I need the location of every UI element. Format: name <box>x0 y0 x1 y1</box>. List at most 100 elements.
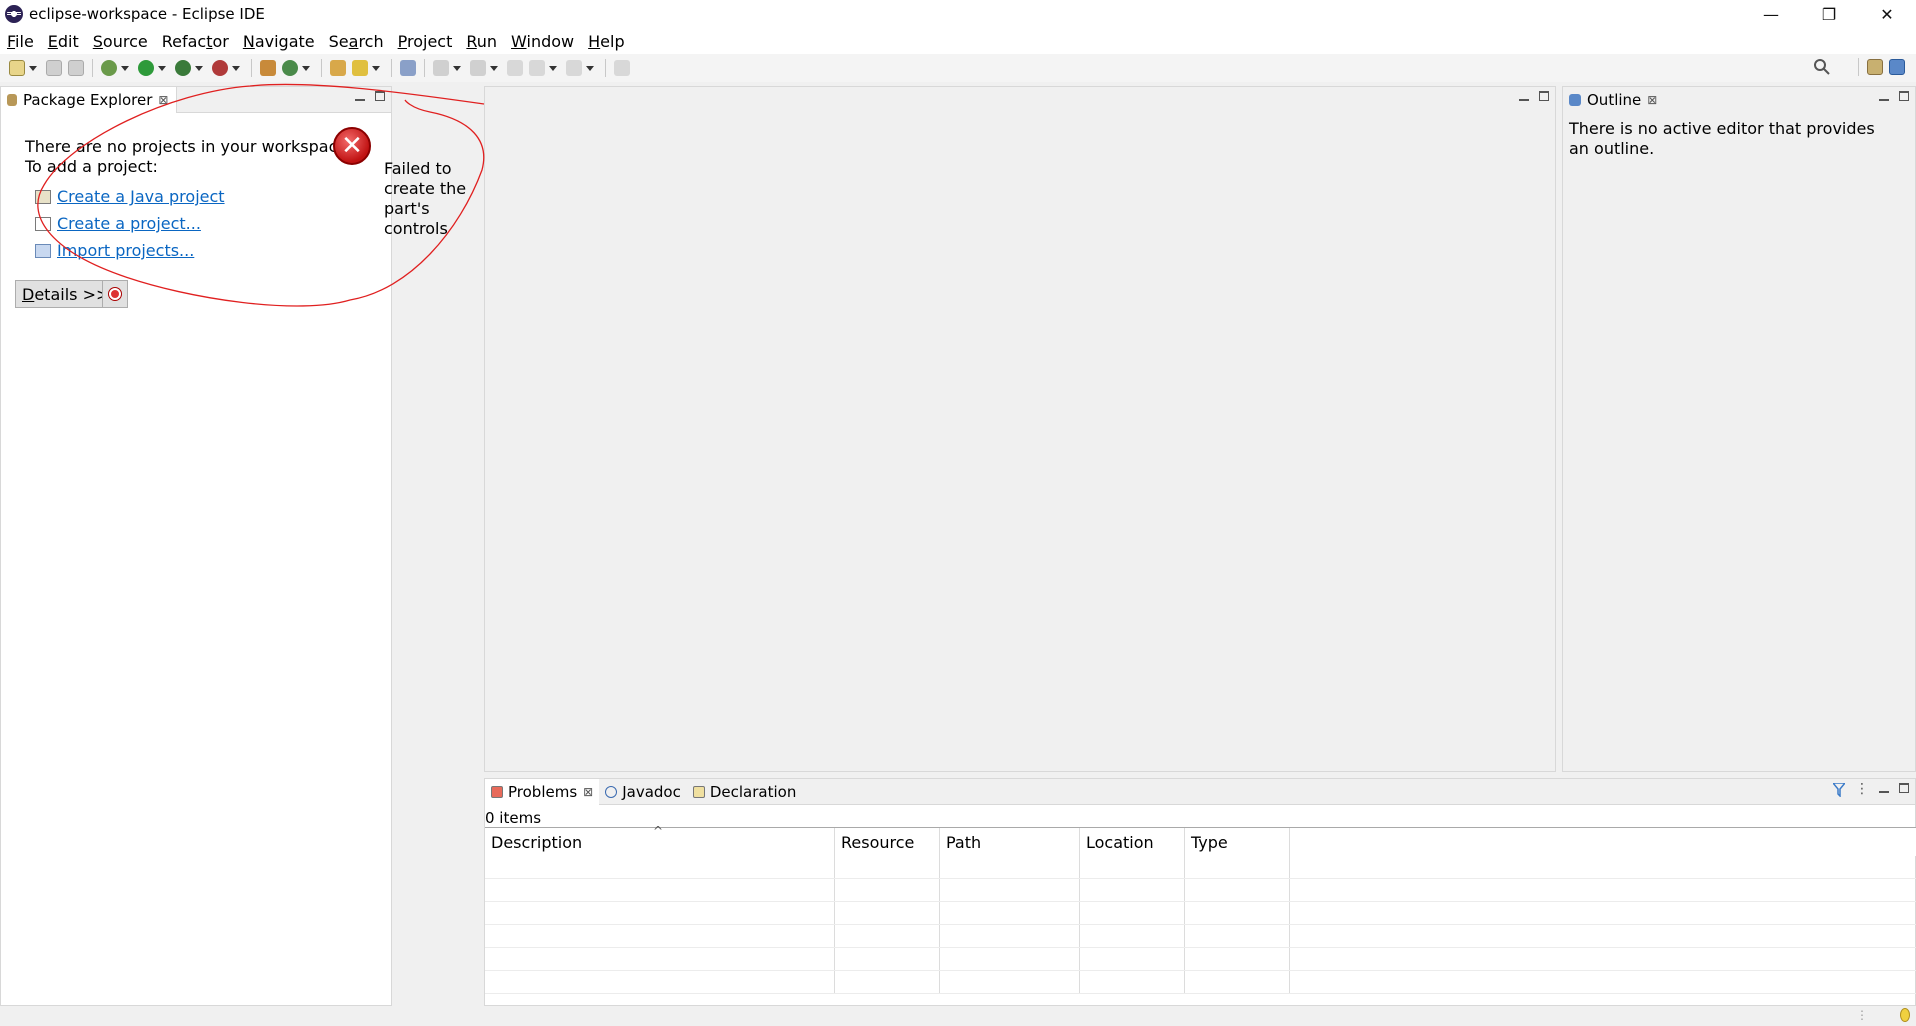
maximize-editor-icon[interactable] <box>1539 91 1549 101</box>
minimize-view-icon[interactable] <box>1879 783 1889 793</box>
coverage-dropdown-icon[interactable] <box>195 65 203 71</box>
back-dropdown-icon[interactable] <box>549 65 557 71</box>
java-project-icon <box>35 189 51 204</box>
new-icon[interactable] <box>9 60 25 76</box>
open-type-icon[interactable] <box>330 60 346 76</box>
menu-run[interactable]: Run <box>465 32 504 51</box>
toolbar-separator <box>424 59 425 77</box>
status-grip-icon: ⋮ <box>1856 1008 1868 1022</box>
status-bar: ⋮ <box>0 1006 1916 1026</box>
tab-javadoc[interactable]: Javadoc <box>599 779 687 805</box>
coverage-icon[interactable] <box>175 60 191 76</box>
menu-search[interactable]: Search <box>328 32 391 51</box>
table-row <box>485 879 1916 902</box>
tab-outline[interactable]: Outline ⊠ <box>1563 87 1666 113</box>
create-project-link[interactable]: Create a project... <box>35 214 201 233</box>
table-row <box>485 902 1916 925</box>
problems-tab-strip: Problems ⊠ Javadoc Declaration <box>485 779 802 805</box>
column-resource[interactable]: Resource <box>835 828 940 856</box>
new-class-dropdown-icon[interactable] <box>302 65 310 71</box>
maximize-view-icon[interactable] <box>1899 783 1909 793</box>
minimize-editor-icon[interactable] <box>1519 91 1529 101</box>
table-row <box>485 856 1916 879</box>
next-annotation-icon[interactable] <box>433 60 449 76</box>
maximize-view-icon[interactable] <box>1899 91 1909 101</box>
menu-refactor[interactable]: Refactor <box>161 32 236 51</box>
message-line-2: To add a project: <box>25 157 158 176</box>
error-log-button[interactable] <box>102 280 128 308</box>
toggle-mark-occurrences-icon[interactable] <box>400 60 416 76</box>
menu-project[interactable]: Project <box>397 32 460 51</box>
forward-dropdown-icon[interactable] <box>586 65 594 71</box>
open-perspective-icon[interactable] <box>1867 59 1883 75</box>
menu-help[interactable]: Help <box>587 32 631 51</box>
external-tools-dropdown-icon[interactable] <box>232 65 240 71</box>
next-annotation-dropdown-icon[interactable] <box>453 65 461 71</box>
import-icon <box>35 243 51 258</box>
restore-button[interactable]: ❐ <box>1800 0 1858 28</box>
menu-file[interactable]: File <box>6 32 41 51</box>
minimize-button[interactable]: — <box>1742 0 1800 28</box>
window-controls: — ❐ ✕ <box>1742 0 1916 28</box>
close-icon[interactable]: ⊠ <box>583 785 593 799</box>
view-menu-icon[interactable]: ⋮ <box>1855 782 1869 797</box>
tip-lightbulb-icon[interactable] <box>1900 1008 1910 1022</box>
pin-editor-icon[interactable] <box>614 60 630 76</box>
new-java-package-icon[interactable] <box>260 60 276 76</box>
project-icon <box>35 216 51 231</box>
close-icon[interactable]: ⊠ <box>1647 93 1657 107</box>
toolbar-separator <box>251 59 252 77</box>
run-dropdown-icon[interactable] <box>158 65 166 71</box>
tab-label: Outline <box>1587 91 1642 109</box>
problems-icon <box>491 786 503 798</box>
maximize-view-icon[interactable] <box>375 91 385 101</box>
outline-view: Outline ⊠ There is no active editor that… <box>1562 86 1916 772</box>
external-tools-icon[interactable] <box>212 60 228 76</box>
back-icon[interactable] <box>529 60 545 76</box>
previous-annotation-icon[interactable] <box>470 60 486 76</box>
import-projects-link[interactable]: Import projects... <box>35 241 194 260</box>
menu-source[interactable]: Source <box>92 32 155 51</box>
new-dropdown-icon[interactable] <box>29 65 37 71</box>
save-all-icon[interactable] <box>68 60 84 76</box>
toolbar-separator <box>391 59 392 77</box>
menu-edit[interactable]: Edit <box>47 32 86 51</box>
new-java-class-icon[interactable] <box>282 60 298 76</box>
column-type[interactable]: Type <box>1185 828 1290 856</box>
filter-icon[interactable] <box>1833 783 1845 797</box>
debug-icon[interactable] <box>101 60 117 76</box>
minimize-view-icon[interactable] <box>355 91 365 101</box>
search-dropdown-icon[interactable] <box>372 65 380 71</box>
debug-dropdown-icon[interactable] <box>121 65 129 71</box>
column-description[interactable]: ^ Description <box>485 824 835 856</box>
view-controls <box>1879 91 1909 101</box>
package-explorer-header: Package Explorer ⊠ <box>1 87 391 113</box>
javadoc-icon <box>605 786 618 798</box>
last-edit-location-icon[interactable] <box>507 60 523 76</box>
tab-declaration[interactable]: Declaration <box>687 779 802 805</box>
menu-window[interactable]: Window <box>510 32 581 51</box>
column-location[interactable]: Location <box>1080 828 1185 856</box>
search-tool-icon[interactable] <box>352 60 368 76</box>
table-row <box>485 948 1916 971</box>
tab-problems[interactable]: Problems ⊠ <box>485 779 600 805</box>
search-icon[interactable] <box>1813 58 1831 76</box>
outline-message: There is no active editor that provides … <box>1569 119 1875 158</box>
create-java-project-link[interactable]: Create a Java project <box>35 187 225 206</box>
package-explorer-view: Package Explorer ⊠ There are no projects… <box>0 86 466 1006</box>
editor-area <box>484 86 1556 772</box>
outline-header: Outline ⊠ <box>1563 87 1915 113</box>
java-perspective-icon[interactable] <box>1889 59 1905 75</box>
run-icon[interactable] <box>138 60 154 76</box>
tab-package-explorer[interactable]: Package Explorer ⊠ <box>1 87 178 113</box>
previous-annotation-dropdown-icon[interactable] <box>490 65 498 71</box>
toolbar-separator <box>321 59 322 77</box>
save-icon[interactable] <box>46 60 62 76</box>
close-button[interactable]: ✕ <box>1858 0 1916 28</box>
forward-icon[interactable] <box>566 60 582 76</box>
minimize-view-icon[interactable] <box>1879 91 1889 101</box>
column-path[interactable]: Path <box>940 828 1080 856</box>
close-icon[interactable]: ⊠ <box>158 93 168 107</box>
menu-navigate[interactable]: Navigate <box>242 32 322 51</box>
problems-table: ^ Description Resource Path Location Typ… <box>485 824 1916 1005</box>
